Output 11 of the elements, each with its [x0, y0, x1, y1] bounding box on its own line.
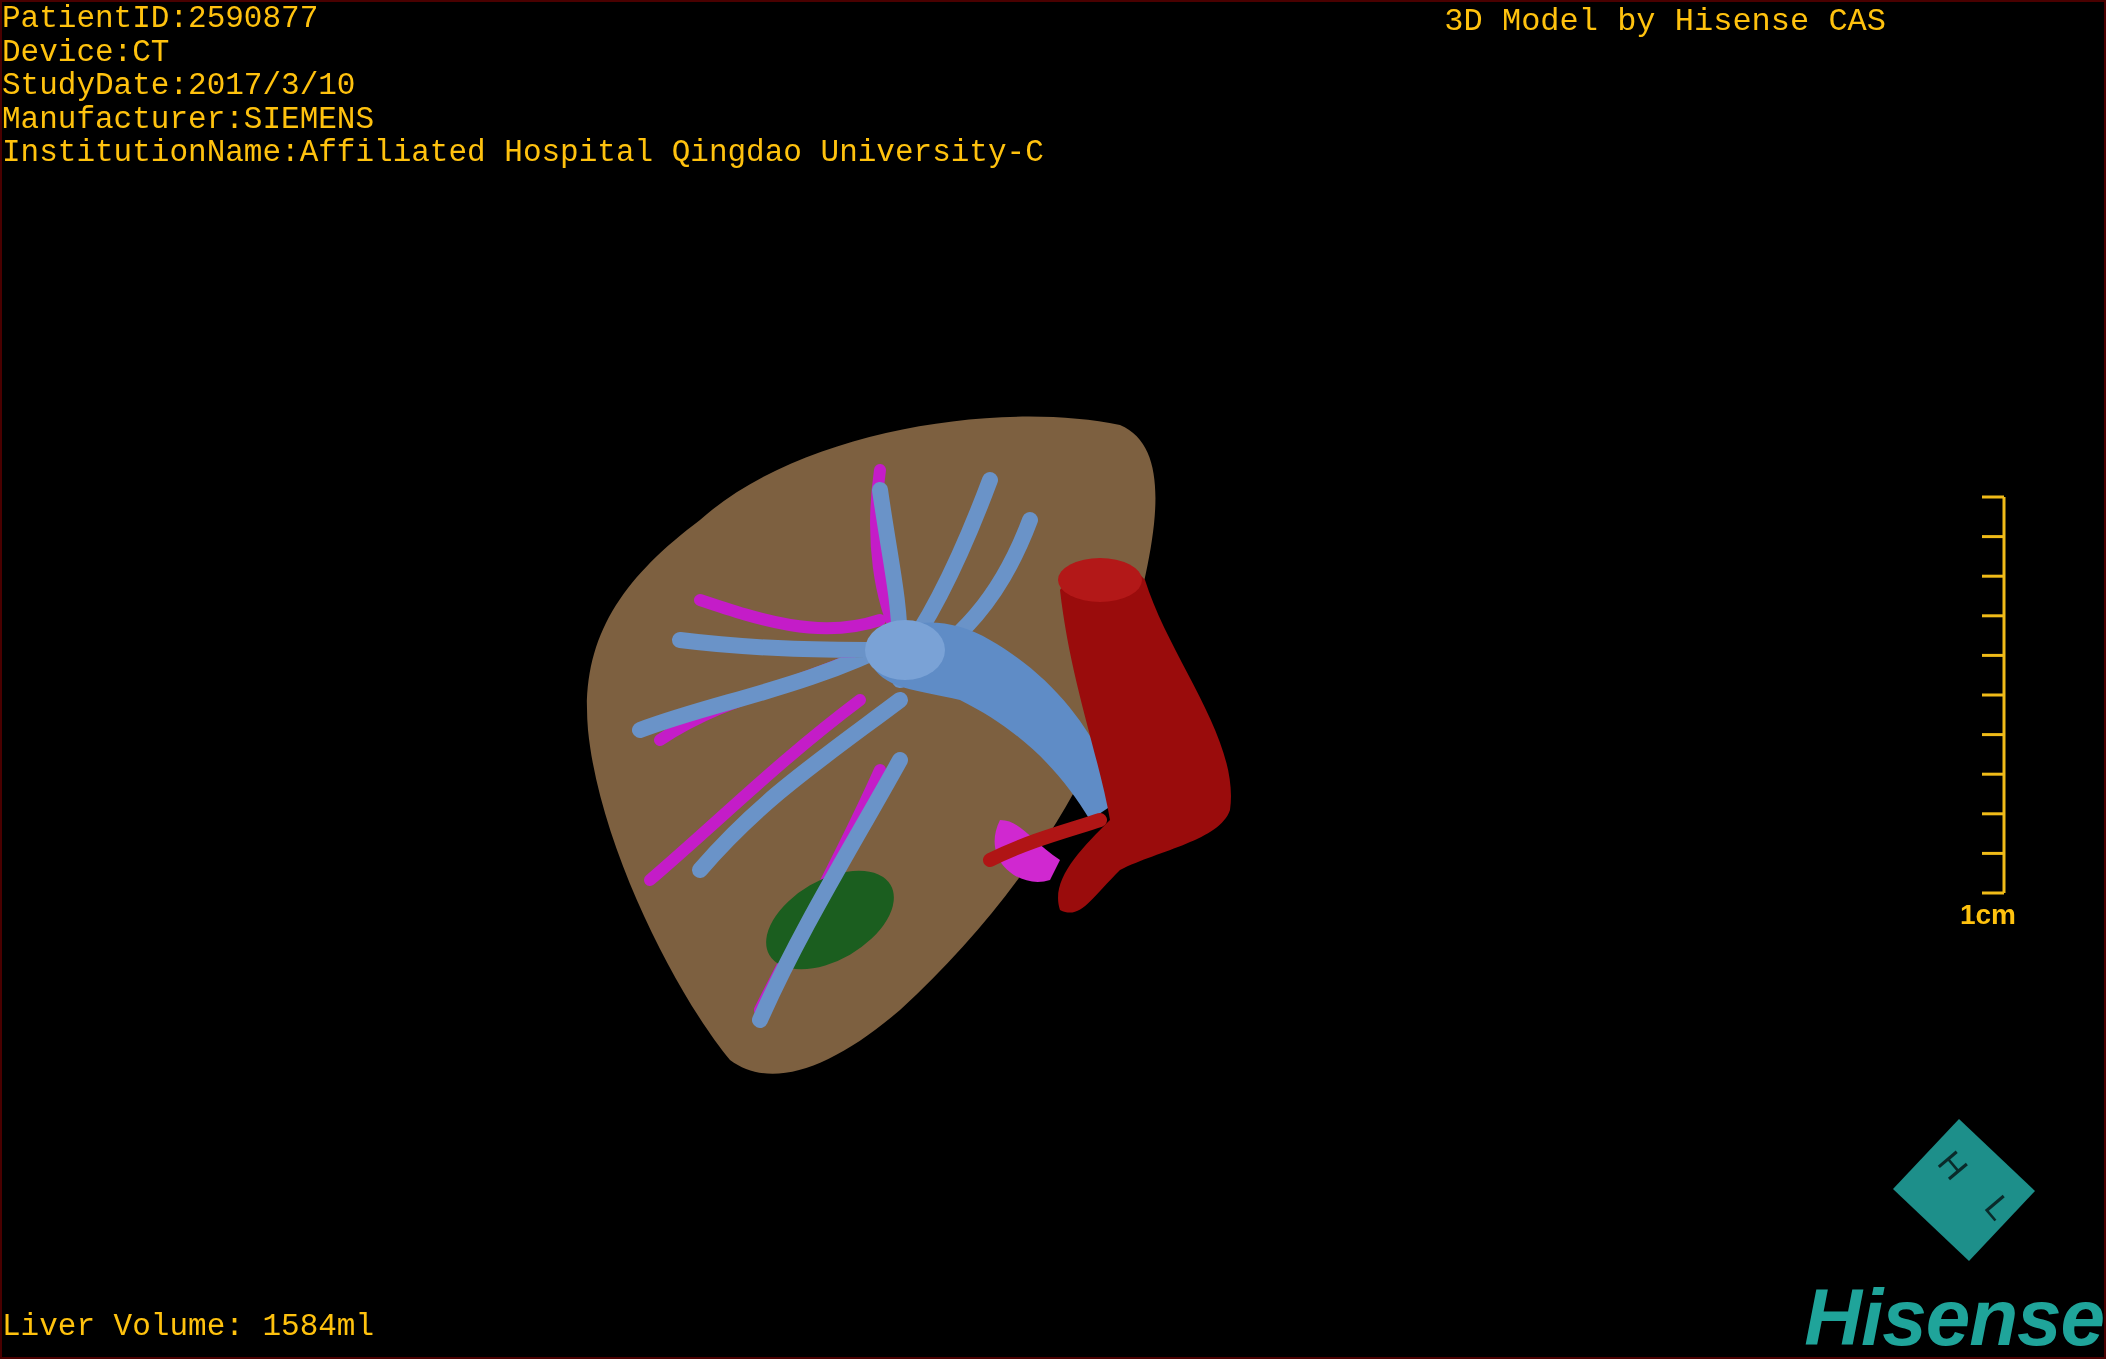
cube-label: L [1977, 1187, 2019, 1227]
info-text: StudyDate:2017/3/10 [2, 69, 357, 103]
info-text: PatientID:2590877 [2, 2, 320, 36]
info-text: InstitutionName:Affiliated Hospital Qingdao University-C [2, 136, 1044, 170]
info-text: Device:CT [2, 35, 171, 69]
cube-label: H [1930, 1143, 1976, 1187]
title-text: 3D Model by Hisense CAS [1444, 2, 1886, 42]
info-text: Manufacturer:SIEMENS [2, 102, 376, 136]
liver-volume-text: Liver Volume: 1584ml [2, 1308, 375, 1346]
logo-text: Hisense [1804, 1279, 2104, 1357]
scale-label: 1cm [1959, 899, 2016, 932]
